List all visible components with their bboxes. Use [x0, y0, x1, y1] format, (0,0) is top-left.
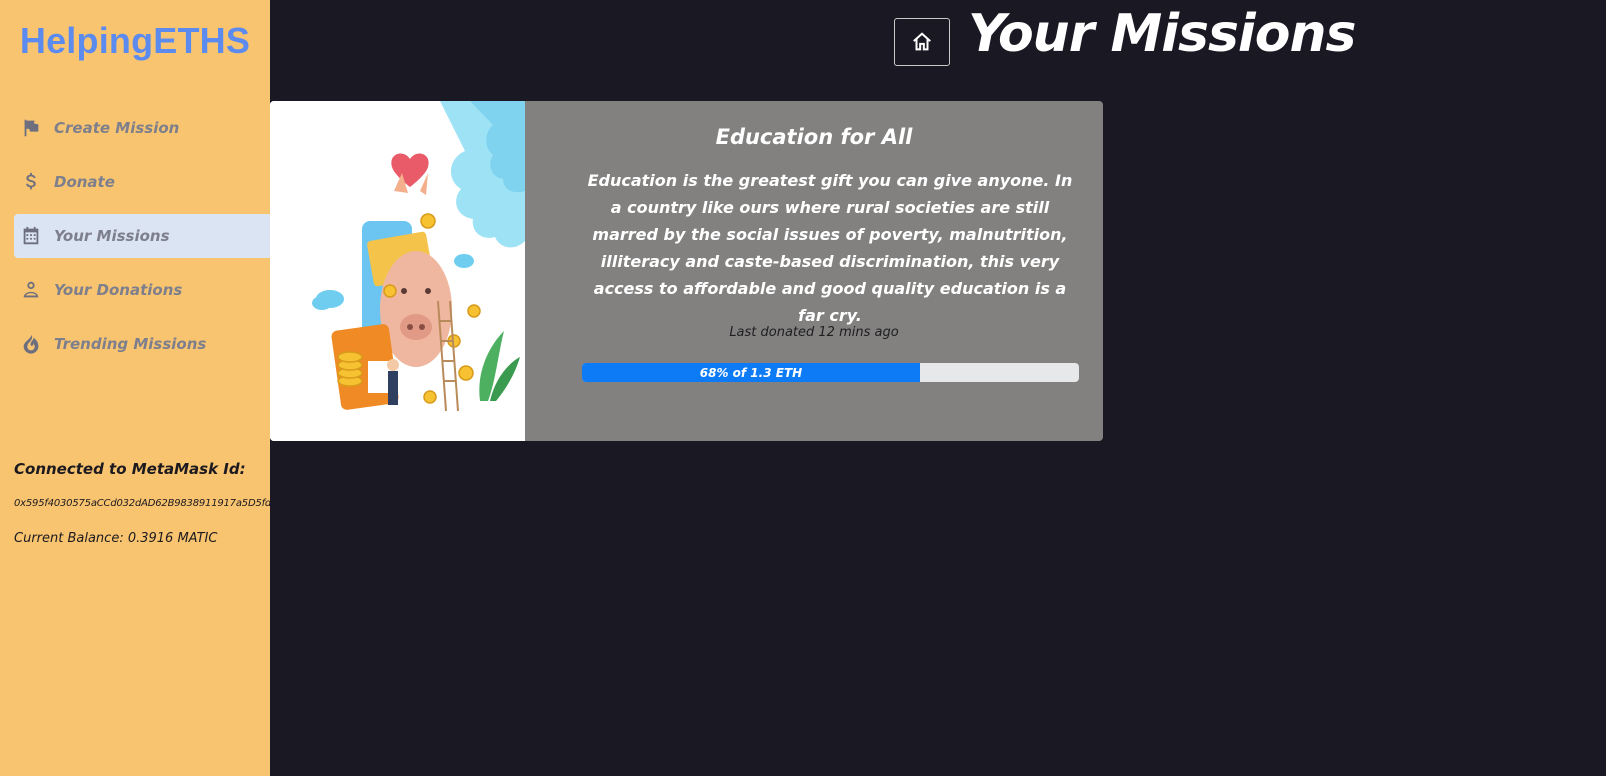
sidebar-item-label: Your Donations: [54, 281, 183, 299]
mission-description: Education is the greatest gift you can g…: [587, 171, 1073, 325]
progress-fill: 68% of 1.3 ETH: [582, 363, 920, 382]
progress-label: 68% of 1.3 ETH: [699, 365, 803, 380]
sidebar-item-donate[interactable]: Donate: [14, 160, 270, 204]
sidebar-item-label: Donate: [54, 173, 115, 191]
mission-title: Education for All: [715, 125, 913, 149]
user-icon: [20, 279, 42, 301]
fire-icon: [20, 333, 42, 355]
mission-card[interactable]: Education for All Education is the great…: [270, 101, 1103, 441]
mission-image: [270, 101, 525, 441]
sidebar-item-create-mission[interactable]: Create Mission: [14, 106, 270, 150]
sidebar-nav: Create Mission Donate Your Missions Your…: [14, 106, 270, 376]
last-donated: Last donated 12 mins ago: [729, 325, 899, 340]
sidebar-item-your-missions[interactable]: Your Missions: [14, 214, 270, 258]
sidebar-item-label: Create Mission: [54, 119, 180, 137]
sidebar-item-your-donations[interactable]: Your Donations: [14, 268, 270, 312]
brand-logo[interactable]: HelpingETHS: [0, 20, 270, 62]
wallet-info: Connected to MetaMask Id: 0x595f4030575a…: [14, 460, 272, 546]
calendar-icon: [20, 225, 42, 247]
sidebar-item-label: Your Missions: [54, 227, 170, 245]
sidebar-item-trending-missions[interactable]: Trending Missions: [14, 322, 270, 366]
mission-card-body: Education for All Education is the great…: [525, 101, 1103, 441]
page-title: Your Missions: [968, 4, 1356, 64]
home-button[interactable]: [894, 18, 950, 66]
sidebar-item-label: Trending Missions: [54, 335, 207, 353]
wallet-balance: Current Balance: 0.3916 MATIC: [14, 531, 218, 546]
home-icon: [913, 32, 931, 51]
wallet-heading: Connected to MetaMask Id:: [14, 460, 246, 478]
dollar-icon: [20, 171, 42, 193]
flag-icon: [20, 117, 42, 139]
sidebar: HelpingETHS Create Mission Donate Your M…: [0, 0, 272, 776]
donation-progress-bar: 68% of 1.3 ETH: [582, 363, 1079, 382]
wallet-address: 0x595f4030575aCCd032dAD62B9838911917a5D5…: [14, 498, 272, 509]
mission-illustration: [270, 101, 525, 441]
